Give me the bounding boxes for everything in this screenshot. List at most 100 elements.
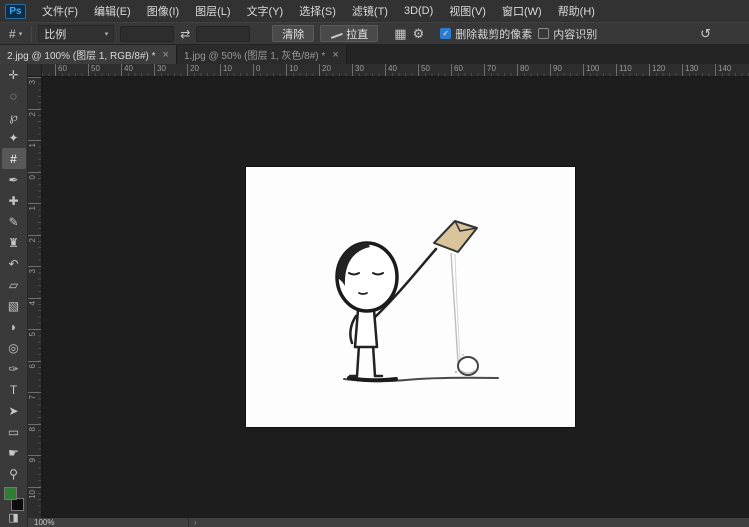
vertical-ruler: 321012345678910 [28,77,42,518]
clear-button[interactable]: 清除 [272,25,314,42]
document-image[interactable] [246,167,575,427]
ruler-mark: 20 [187,64,220,76]
tool-icon: ✛ [8,69,18,81]
clone-stamp-tool[interactable]: ♜ [2,232,26,253]
menu-layer[interactable]: 图层(L) [187,0,238,22]
blur-tool[interactable]: ◗ [2,316,26,337]
separator [31,26,32,42]
menu-file[interactable]: 文件(F) [34,0,86,22]
brush-tool[interactable]: ✎ [2,211,26,232]
canvas-area[interactable] [42,77,749,518]
overlay-options-icon[interactable]: ▦ [394,27,406,40]
quick-selection-tool[interactable]: ✦ [2,127,26,148]
tool-icon: ◌ [10,90,17,102]
tab-label: 1.jpg @ 50% (图层 1, 灰色/8#) * [184,47,325,62]
reset-tool-icon[interactable]: ↺ [700,26,711,42]
ruler-mark: 70 [484,64,517,76]
swap-dimensions-icon[interactable]: ⇄ [180,28,190,40]
tool-icon: ✚ [8,195,18,207]
ruler-mark: 30 [352,64,385,76]
crop-tool[interactable]: # [2,148,26,169]
ratio-select-label: 比例 [44,26,66,42]
ruler-mark: 6 [28,361,41,393]
ruler-mark: 50 [88,64,121,76]
ruler-mark: 5 [28,329,41,361]
ruler-mark: 3 [28,266,41,298]
tool-icon: ℘ [9,111,17,123]
straighten-button[interactable]: 拉直 [320,25,378,42]
ratio-select[interactable]: 比例 ▾ [38,25,114,42]
ruler-mark: 4 [28,298,41,330]
menu-bar: Ps 文件(F)编辑(E)图像(I)图层(L)文字(Y)选择(S)滤镜(T)3D… [0,0,749,22]
lasso-tool[interactable]: ℘ [2,106,26,127]
ruler-mark: 10 [286,64,319,76]
tool-icon: ☛ [8,447,19,459]
tab-close-icon[interactable]: × [332,49,338,61]
zoom-tool[interactable]: ⚲ [2,463,26,484]
eraser-tool[interactable]: ▱ [2,274,26,295]
status-flyout-icon[interactable]: › [194,518,197,527]
crop-height-input[interactable] [196,26,250,42]
crop-tool-preset[interactable]: # ▾ [6,27,25,41]
gradient-tool[interactable]: ▧ [2,295,26,316]
ruler-mark: 3 [28,77,41,109]
ruler-mark: 2 [28,235,41,267]
menu-edit[interactable]: 编辑(E) [86,0,139,22]
menu-image[interactable]: 图像(I) [139,0,187,22]
chevron-down-icon: ▾ [19,30,23,38]
menu-help[interactable]: 帮助(H) [550,0,603,22]
color-swatches[interactable] [3,487,25,511]
options-bar: # ▾ 比例 ▾ ⇄ 清除 拉直 ▦ ⚙ ✓ 删除裁剪的像素 内容识别 ↺ [0,22,749,45]
type-tool[interactable]: T [2,379,26,400]
ruler-mark: 10 [28,487,41,519]
tool-icon: ▧ [8,300,19,312]
ruler-mark: 100 [583,64,616,76]
ruler-mark: 80 [517,64,550,76]
menu-type[interactable]: 文字(Y) [239,0,292,22]
tool-sidebar: ✛ ◌ ℘ ✦ # ✒ ✚ ✎ ♜ ↶ ▱ ▧ ◗ ◎ ✑ T [0,64,28,527]
horizontal-ruler: 6050403020100102030405060708090100110120… [42,64,749,77]
checkbox-unchecked-icon [538,28,549,39]
path-selection-tool[interactable]: ➤ [2,400,26,421]
tab-1jpg[interactable]: 1.jpg @ 50% (图层 1, 灰色/8#) * × [177,45,347,64]
ruler-corner [28,64,42,77]
menu-select[interactable]: 选择(S) [291,0,344,22]
tool-icon: ✑ [8,363,18,375]
content-aware-label: 内容识别 [553,26,597,42]
tool-icon: ↶ [8,258,18,270]
eyedropper-tool[interactable]: ✒ [2,169,26,190]
menu-filter[interactable]: 滤镜(T) [344,0,396,22]
tab-2jpg[interactable]: 2.jpg @ 100% (图层 1, RGB/8#) * × [0,45,177,64]
ruler-mark: 120 [649,64,682,76]
ruler-mark: 40 [385,64,418,76]
crop-settings-gear-icon[interactable]: ⚙ [413,27,425,40]
ruler-mark: 140 [715,64,748,76]
history-brush-tool[interactable]: ↶ [2,253,26,274]
zoom-level[interactable]: 100% [34,518,54,527]
menu-window[interactable]: 窗口(W) [494,0,550,22]
hand-tool[interactable]: ☛ [2,442,26,463]
pen-tool[interactable]: ✑ [2,358,26,379]
quick-mask-button[interactable]: ◨ [2,511,26,526]
delete-cropped-pixels-label: 删除裁剪的像素 [455,26,532,42]
menu-3d[interactable]: 3D(D) [396,0,441,22]
crop-width-input[interactable] [120,26,174,42]
ruler-mark: 10 [220,64,253,76]
content-aware-checkbox[interactable]: 内容识别 [538,26,597,42]
tool-icon: ♜ [8,237,19,249]
ruler-mark: 60 [55,64,88,76]
ruler-mark: 110 [616,64,649,76]
ruler-mark: 2 [28,109,41,141]
tab-close-icon[interactable]: × [163,49,169,61]
marquee-tool[interactable]: ◌ [2,85,26,106]
shape-tool[interactable]: ▭ [2,421,26,442]
delete-cropped-pixels-checkbox[interactable]: ✓ 删除裁剪的像素 [440,26,532,42]
ruler-mark: 90 [550,64,583,76]
dodge-tool[interactable]: ◎ [2,337,26,358]
foreground-color-swatch[interactable] [4,487,17,500]
menu-view[interactable]: 视图(V) [441,0,494,22]
healing-brush-tool[interactable]: ✚ [2,190,26,211]
tool-icon: ◗ [10,321,17,333]
ruler-mark: 9 [28,455,41,487]
move-tool[interactable]: ✛ [2,64,26,85]
